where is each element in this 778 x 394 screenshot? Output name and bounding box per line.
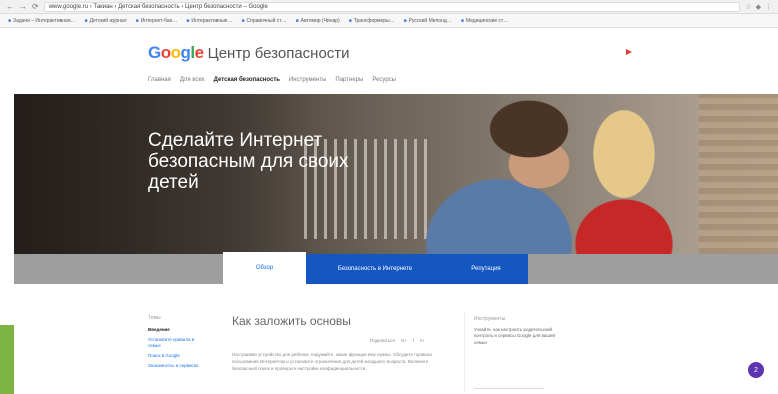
bookmark-item[interactable]: Трансформеры…: [349, 18, 395, 24]
site-title[interactable]: Центр безопасности: [208, 45, 350, 62]
tab-internet-safety[interactable]: Безопасность в Интернете: [306, 254, 444, 284]
tab-overview[interactable]: Обзор: [223, 252, 306, 284]
bookmarks-bar: Задачи – Интерактивная… Детский журнал И…: [0, 14, 778, 28]
share-row: Поделиться G+ f in: [370, 338, 424, 343]
flag-icon[interactable]: [626, 49, 632, 55]
browser-toolbar: ← → ⟳ www.google.ru › Такиан › Детская б…: [0, 0, 778, 14]
nav-item-partners[interactable]: Партнеры: [335, 77, 363, 83]
bookmark-item[interactable]: Детский журнал: [85, 18, 127, 24]
sidebar-item[interactable]: Установите правила в семье: [148, 337, 208, 349]
sidebar-nav: Темы Введение Установите правила в семье…: [148, 315, 208, 373]
hero-heading: Сделайте Интернет безопасным для своих д…: [148, 130, 349, 193]
nav-item-everyone[interactable]: Для всех: [180, 77, 205, 83]
bookmark-item[interactable]: Медицинские ст…: [461, 18, 508, 24]
site-nav: Главная Для всех Детская безопасность Ин…: [148, 77, 396, 83]
bookmark-item[interactable]: Интерактивные…: [186, 18, 232, 24]
article-body: Настраивая устройство для ребенка, подум…: [232, 352, 432, 371]
nav-item-home[interactable]: Главная: [148, 77, 171, 83]
site-header: Google Центр безопасности Главная Для вс…: [0, 28, 778, 94]
extension-icon[interactable]: ◆: [756, 3, 761, 11]
back-icon[interactable]: ←: [6, 2, 14, 11]
star-icon[interactable]: ☆: [745, 3, 751, 11]
tools-text[interactable]: Узнайте, как настроить родительский конт…: [474, 327, 564, 347]
sidebar-item[interactable]: Поиск в Google: [148, 353, 208, 359]
bookmark-item[interactable]: Русский Мелонд…: [404, 18, 452, 24]
sidebar-item[interactable]: Знакомьтесь в сервисах: [148, 363, 208, 369]
tools-panel: Инструменты Узнайте, как настроить родит…: [474, 316, 564, 346]
nav-item-child-safety[interactable]: Детская безопасность: [214, 77, 280, 83]
nav-item-resources[interactable]: Ресурсы: [372, 77, 396, 83]
tools-heading: Инструменты: [474, 316, 506, 322]
menu-icon[interactable]: ⋮: [765, 3, 772, 11]
address-text: www.google.ru › Такиан › Детская безопас…: [48, 3, 268, 10]
bookmark-item[interactable]: Автомир (Чинар): [296, 18, 340, 24]
reload-icon[interactable]: ⟳: [32, 2, 39, 11]
hero-wall-image: [699, 94, 778, 254]
address-bar[interactable]: www.google.ru › Такиан › Детская безопас…: [43, 1, 741, 12]
hero-father-image: [414, 94, 584, 254]
sidebar-heading: Темы: [148, 315, 161, 321]
column-divider: [464, 312, 465, 392]
bookmark-item[interactable]: Интернет-бан…: [136, 18, 178, 24]
linkedin-icon[interactable]: in: [420, 338, 424, 343]
side-accent-block: [0, 325, 14, 394]
bookmark-item[interactable]: Справочный ст…: [241, 18, 287, 24]
nav-item-tools[interactable]: Инструменты: [289, 77, 326, 83]
hero-daughter-image: [569, 94, 699, 254]
facebook-icon[interactable]: f: [413, 338, 414, 343]
gplus-icon[interactable]: G+: [401, 338, 407, 343]
article-title: Как заложить основы: [232, 314, 351, 328]
help-fab-button[interactable]: 2: [748, 362, 764, 378]
share-button[interactable]: Поделиться: [370, 338, 395, 343]
forward-icon[interactable]: →: [19, 2, 27, 11]
sidebar-item[interactable]: Введение: [148, 327, 208, 333]
hero-banner: Сделайте Интернет безопасным для своих д…: [14, 94, 778, 254]
tab-reputation[interactable]: Репутация: [444, 254, 528, 284]
bookmark-item[interactable]: Задачи – Интерактивная…: [8, 18, 76, 24]
google-logo[interactable]: Google: [148, 43, 204, 63]
